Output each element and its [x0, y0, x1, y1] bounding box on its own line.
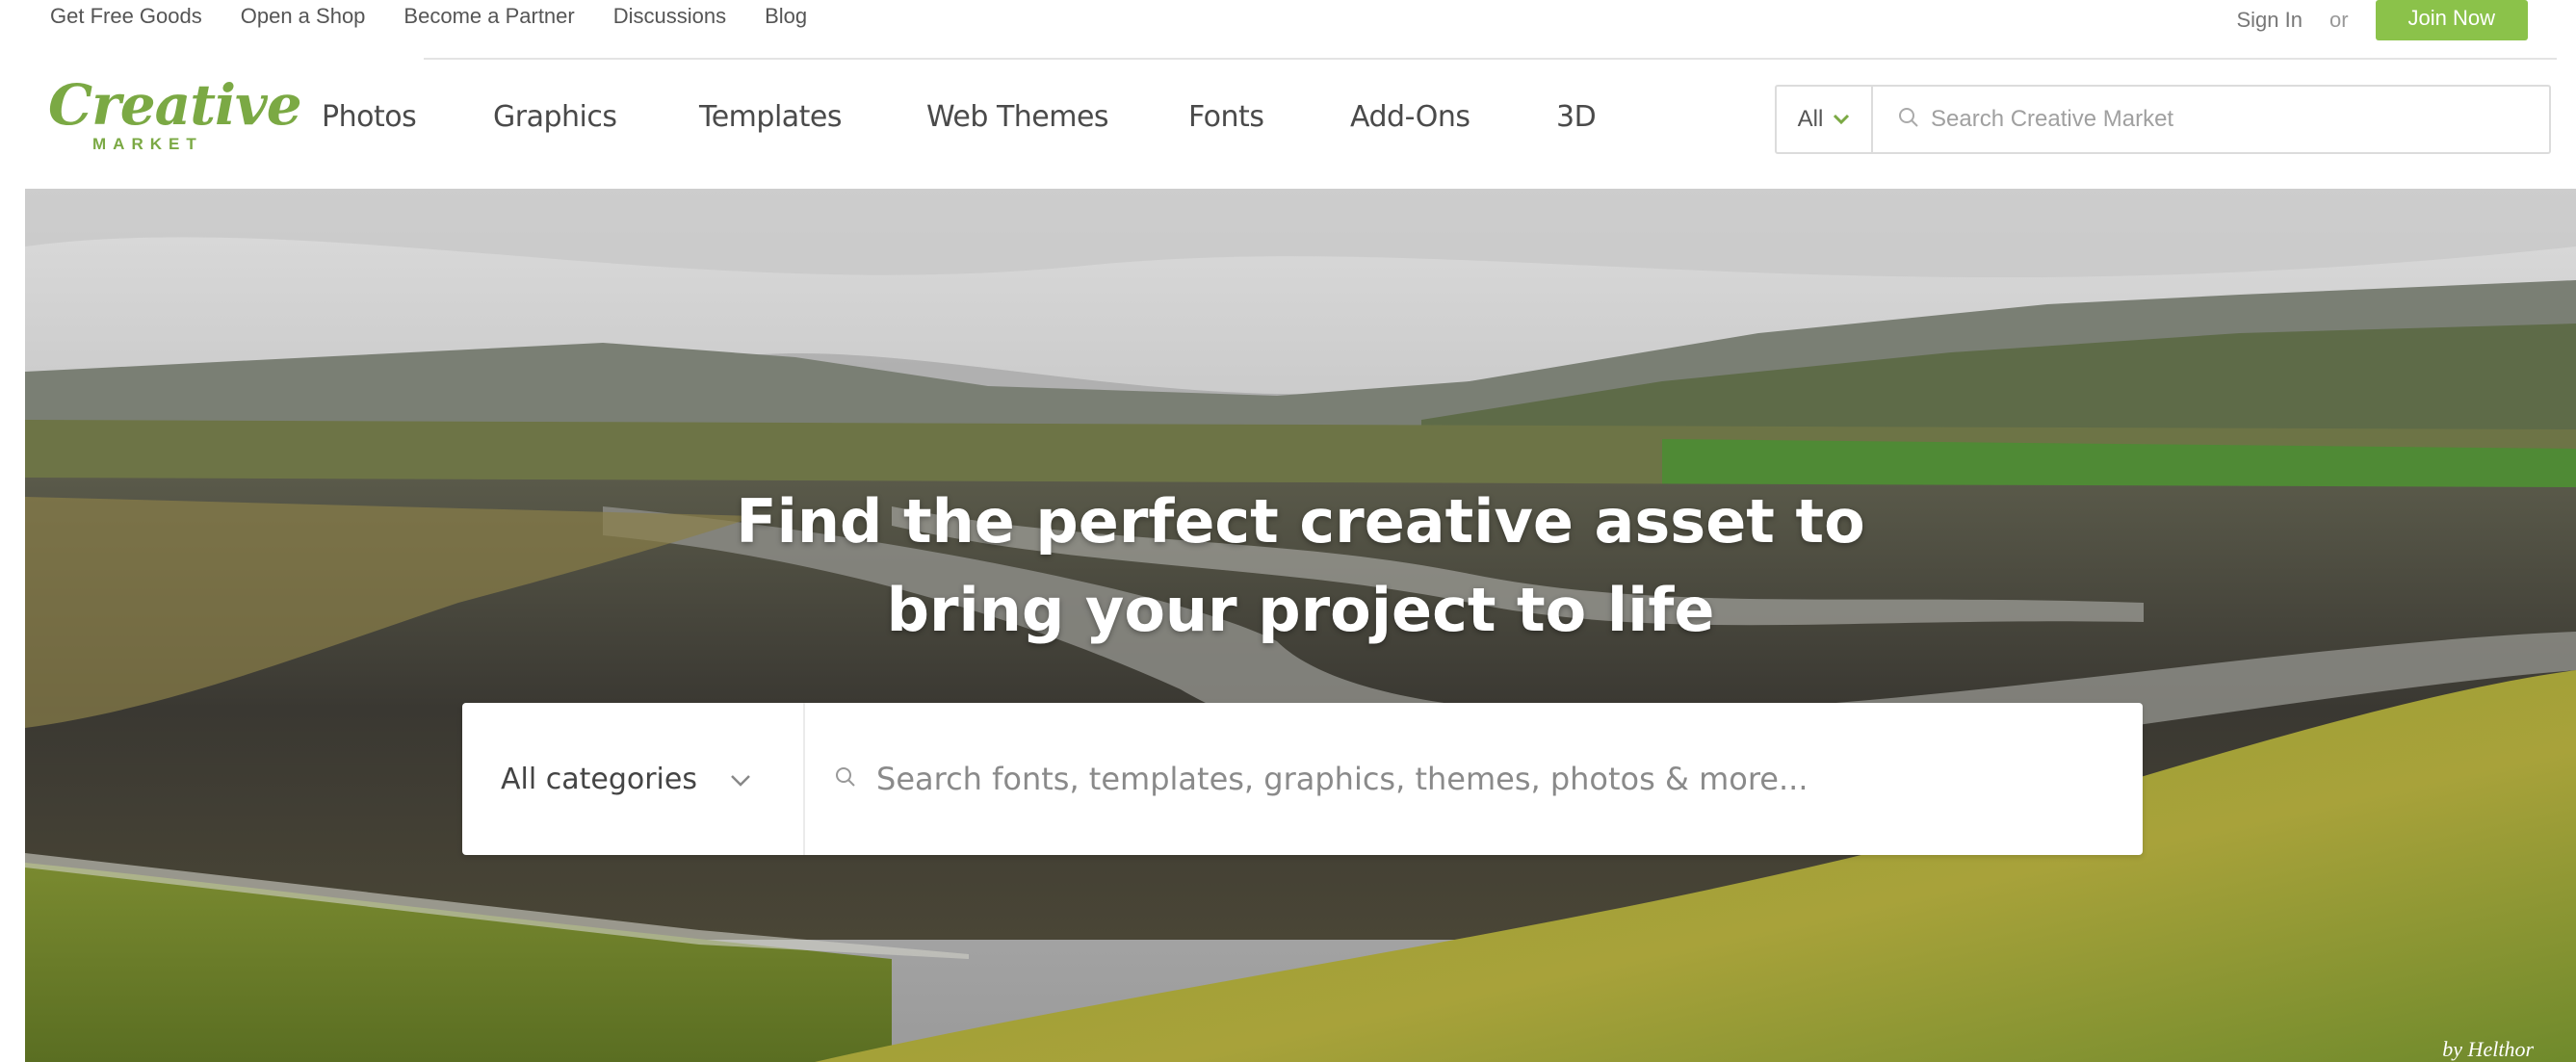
- logo-word: Creative: [48, 72, 302, 138]
- nav-web-themes[interactable]: Web Themes: [926, 100, 1188, 134]
- hero-headline: Find the perfect creative asset to bring…: [25, 478, 2576, 655]
- search-icon: [1898, 107, 1919, 133]
- search-scope-select[interactable]: All: [1777, 87, 1873, 152]
- header-search-input[interactable]: [1929, 105, 2549, 134]
- category-select-label: All categories: [501, 762, 697, 796]
- scope-label: All: [1797, 106, 1824, 132]
- category-nav: Photos Graphics Templates Web Themes Fon…: [322, 100, 1614, 134]
- utility-links: Get Free Goods Open a Shop Become a Part…: [50, 4, 807, 29]
- link-blog[interactable]: Blog: [765, 4, 807, 29]
- nav-photos[interactable]: Photos: [322, 100, 493, 134]
- nav-add-ons[interactable]: Add-Ons: [1350, 100, 1556, 134]
- chevron-down-icon: [730, 764, 751, 794]
- nav-3d[interactable]: 3D: [1556, 100, 1614, 134]
- search-icon: [834, 765, 857, 793]
- nav-graphics[interactable]: Graphics: [493, 100, 699, 134]
- or-text: or: [2329, 8, 2349, 32]
- link-open-shop[interactable]: Open a Shop: [241, 4, 366, 29]
- photo-credit: by Helthor: [2442, 1037, 2534, 1061]
- category-select[interactable]: All categories: [462, 703, 805, 855]
- link-discussions[interactable]: Discussions: [613, 4, 726, 29]
- hero-search-input[interactable]: [874, 760, 2130, 798]
- nav-fonts[interactable]: Fonts: [1188, 100, 1350, 134]
- hero-banner: Find the perfect creative asset to bring…: [25, 189, 2576, 1062]
- hero-search-field: [805, 703, 2143, 855]
- header-search-field: [1873, 87, 2549, 152]
- logo[interactable]: Creative MARKET: [48, 72, 302, 162]
- hero-headline-line1: Find the perfect creative asset to: [736, 486, 1865, 557]
- main-nav: Creative MARKET Photos Graphics Template…: [0, 60, 2576, 175]
- link-free-goods[interactable]: Get Free Goods: [50, 4, 202, 29]
- header-search: All: [1775, 85, 2551, 154]
- chevron-down-icon: [1833, 109, 1850, 131]
- hero-headline-line2: bring your project to life: [886, 575, 1715, 645]
- logo-subtitle: MARKET: [92, 135, 203, 153]
- utility-bar: Get Free Goods Open a Shop Become a Part…: [0, 0, 2576, 40]
- sign-in-link[interactable]: Sign In: [2236, 8, 2303, 33]
- hero-search-bar: All categories: [462, 703, 2143, 855]
- join-button[interactable]: Join Now: [2375, 0, 2528, 40]
- nav-templates[interactable]: Templates: [699, 100, 926, 134]
- account-area: Sign In or Join Now: [2236, 0, 2528, 40]
- link-become-partner[interactable]: Become a Partner: [403, 4, 574, 29]
